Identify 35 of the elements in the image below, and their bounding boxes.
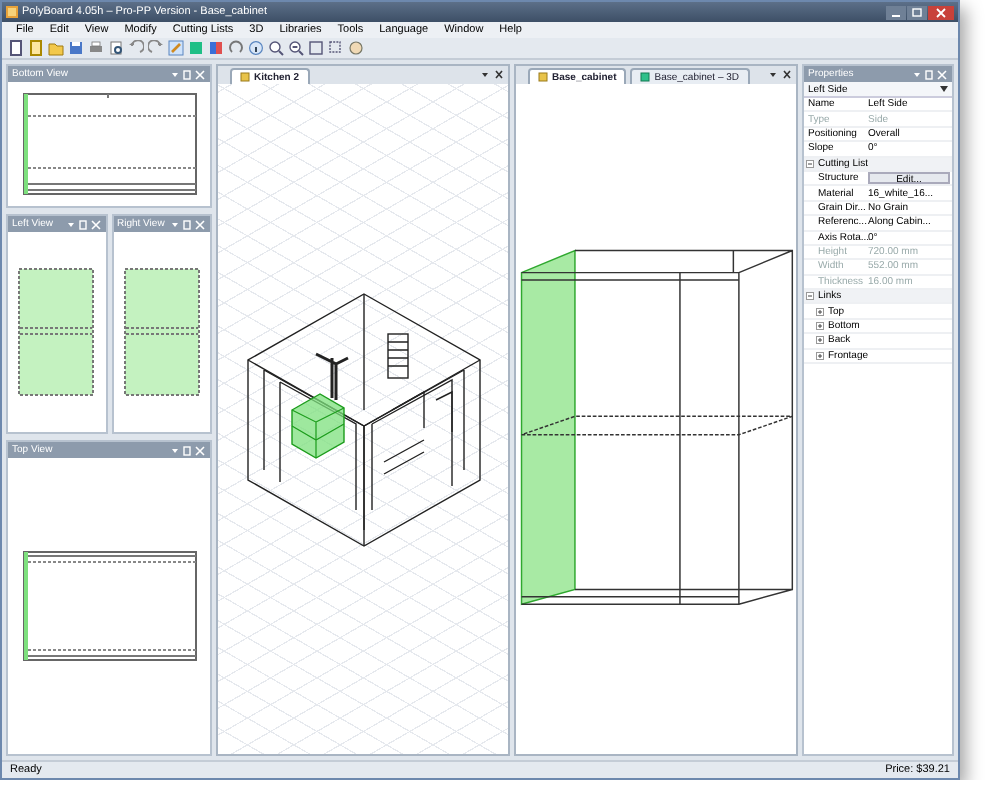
redo-icon[interactable]: [148, 40, 164, 56]
document-icon: [538, 72, 548, 82]
cube-icon: [640, 72, 651, 82]
expand-icon[interactable]: [816, 336, 824, 345]
expand-icon[interactable]: [816, 307, 824, 316]
print-icon[interactable]: [88, 40, 104, 56]
zoom-in-icon[interactable]: [268, 40, 284, 56]
zoom-out-icon[interactable]: [288, 40, 304, 56]
pane-buttons-icon[interactable]: [480, 70, 504, 80]
expand-icon[interactable]: [816, 351, 824, 360]
left-view-drawing: [18, 268, 95, 396]
pencil-icon[interactable]: [168, 40, 184, 56]
panel-buttons-icon[interactable]: [170, 445, 206, 455]
pane-buttons-icon[interactable]: [768, 70, 792, 80]
caret-icon: [940, 86, 948, 92]
expand-icon[interactable]: [816, 322, 824, 331]
document-icon: [240, 72, 250, 82]
right-view-drawing: [123, 268, 200, 396]
rotate-icon[interactable]: [228, 40, 244, 56]
zoom-extents-icon[interactable]: [308, 40, 324, 56]
panel-buttons-icon[interactable]: [65, 219, 101, 229]
new-document-icon[interactable]: [8, 40, 24, 56]
panel-buttons-icon[interactable]: [170, 69, 206, 79]
cube-icon[interactable]: [188, 40, 204, 56]
save-icon[interactable]: [68, 40, 84, 56]
window-controls-icon[interactable]: [886, 5, 954, 19]
zoom-window-icon[interactable]: [328, 40, 344, 56]
color-cube-icon[interactable]: [208, 40, 224, 56]
panel-buttons-icon[interactable]: [170, 219, 206, 229]
info-icon[interactable]: [248, 40, 264, 56]
app-icon: [6, 6, 18, 18]
panel-buttons-icon[interactable]: [912, 69, 948, 79]
collapse-icon[interactable]: [806, 159, 814, 168]
print-preview-icon[interactable]: [108, 40, 124, 56]
collapse-icon[interactable]: [806, 292, 814, 301]
